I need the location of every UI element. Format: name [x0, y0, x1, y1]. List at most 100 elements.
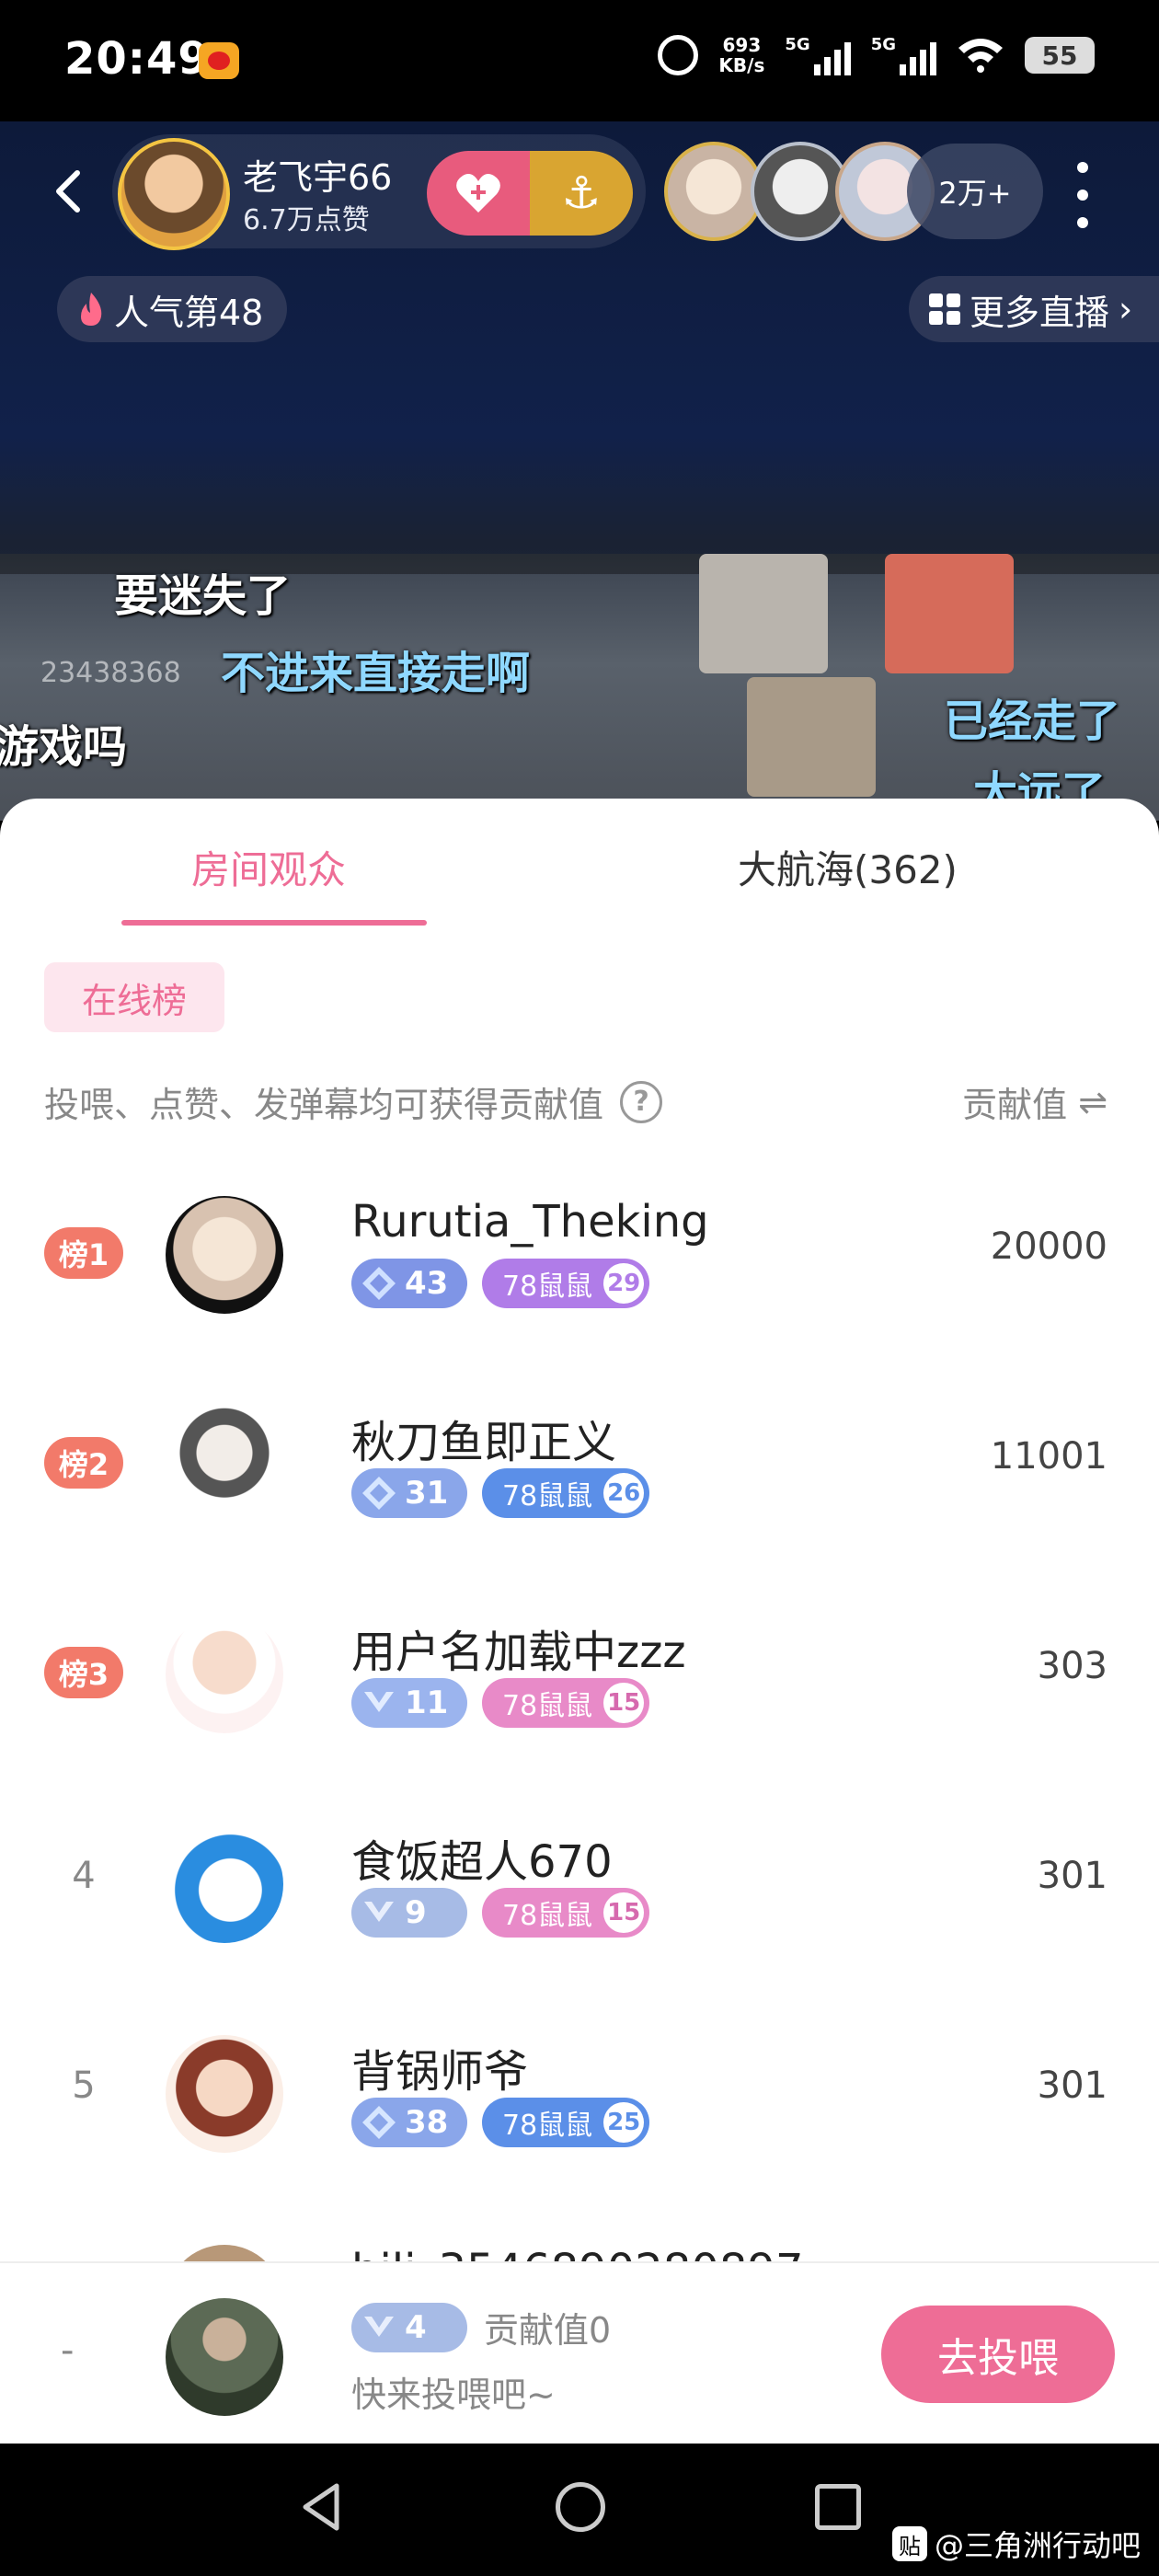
- contribution-score: 11001: [990, 1435, 1107, 1478]
- fan-medal-level: 15: [603, 1683, 645, 1723]
- popularity-rank[interactable]: 人气第48: [57, 276, 288, 342]
- rank-number: 5: [72, 2064, 96, 2107]
- tab-room-audience[interactable]: 房间观众: [191, 839, 346, 895]
- viewer-count[interactable]: 2万+: [907, 144, 1043, 239]
- host-avatar[interactable]: [118, 138, 230, 250]
- user-level-badge: 38: [351, 2098, 467, 2147]
- user-name: 食饭超人670: [351, 1836, 613, 1888]
- feed-hint: 快来投喂吧~: [351, 2375, 556, 2415]
- room-id: 23438368: [40, 657, 181, 689]
- danmaku-1: 要迷失了: [114, 570, 292, 622]
- more-options-icon[interactable]: [1069, 162, 1096, 228]
- host-name: 老飞宇66: [243, 157, 393, 198]
- facecam-2: [885, 554, 1014, 673]
- level-diamond-icon: [364, 1692, 394, 1712]
- facecam-1: [699, 554, 828, 673]
- swap-sort-icon: ⇌: [1078, 1081, 1107, 1122]
- tieba-logo: 贴: [891, 2526, 927, 2561]
- fan-medal-level: 25: [603, 2102, 645, 2143]
- top-viewer-1-avatar[interactable]: [664, 142, 763, 241]
- user-level-badge: 31: [351, 1468, 467, 1518]
- avatar[interactable]: [166, 1616, 283, 1733]
- wifi-icon: [958, 39, 1003, 73]
- user-name: 秋刀鱼即正义: [351, 1417, 617, 1468]
- flame-icon: [81, 293, 102, 326]
- sort-by-contribution[interactable]: 贡献值 ⇌: [962, 1076, 1107, 1127]
- nav-back-icon[interactable]: [296, 2480, 350, 2534]
- grid-icon: [929, 293, 960, 325]
- my-rank-bar: - 4 贡献值0 快来投喂吧~ 去投喂: [0, 2261, 1159, 2444]
- my-contribution: 贡献值0: [484, 2310, 612, 2351]
- user-level-badge: 9: [351, 1888, 467, 1938]
- network-speed: 693 KB/s: [718, 34, 765, 76]
- tab-fleet[interactable]: 大航海(362): [738, 839, 958, 895]
- contribution-score: 301: [1037, 2064, 1107, 2107]
- audience-panel: 房间观众 大航海(362) 在线榜 投喂、点赞、发弹幕均可获得贡献值 ? 贡献值…: [0, 799, 1159, 2444]
- status-bar: 20:49 693 KB/s 5G 5G 55: [0, 0, 1159, 121]
- clock: 20:49: [64, 33, 210, 85]
- avatar[interactable]: [166, 2035, 283, 2153]
- facecam-3: [747, 677, 876, 797]
- nav-recents-icon[interactable]: [815, 2484, 861, 2530]
- fleet-anchor-icon: ⚓: [530, 151, 633, 236]
- user-level-badge: 43: [351, 1259, 467, 1308]
- level-diamond-icon: [362, 1267, 396, 1300]
- live-video[interactable]: 老飞宇66 6.7万点赞 ⚓ 2万+ 人气第48 更多直播 › 23438368…: [0, 121, 1159, 821]
- weibo-notification-icon: [199, 42, 239, 79]
- fan-medal[interactable]: 78鼠鼠 26: [482, 1468, 650, 1518]
- level-chevron-icon: [364, 1902, 394, 1922]
- avatar[interactable]: [166, 1825, 283, 1943]
- rank-badge: 榜2: [44, 1437, 123, 1489]
- rank-number: 4: [72, 1855, 96, 1897]
- my-level-badge: 4: [351, 2302, 467, 2352]
- avatar[interactable]: [166, 1196, 283, 1314]
- back-arrow-icon[interactable]: [46, 167, 94, 215]
- user-name: Rurutia_Theking: [351, 1196, 709, 1248]
- fan-medal[interactable]: 78鼠鼠 15: [482, 1678, 650, 1728]
- avatar[interactable]: [166, 1406, 283, 1524]
- battery-icon: 55: [1025, 37, 1095, 74]
- system-nav-bar: 贴 @三角洲行动吧: [0, 2444, 1159, 2576]
- level-diamond-icon: [362, 2106, 396, 2139]
- user-level-badge: 11: [351, 1678, 467, 1728]
- level-diamond-icon: [362, 1477, 396, 1510]
- contribution-score: 303: [1037, 1645, 1107, 1687]
- list-item[interactable]: 榜2 秋刀鱼即正义 31 78鼠鼠 26 11001: [0, 1387, 1159, 1597]
- fan-medal[interactable]: 78鼠鼠 15: [482, 1888, 650, 1938]
- online-rank-chip[interactable]: 在线榜: [44, 962, 224, 1032]
- my-rank: -: [61, 2329, 75, 2372]
- alarm-icon: [658, 35, 699, 75]
- help-icon[interactable]: ?: [620, 1080, 663, 1123]
- follow-button[interactable]: ⚓: [427, 151, 633, 236]
- rank-badge: 榜3: [44, 1647, 123, 1698]
- list-item[interactable]: 榜1 Rurutia_Theking 43 78鼠鼠 29 20000: [0, 1178, 1159, 1387]
- contribution-score: 301: [1037, 1855, 1107, 1897]
- list-item[interactable]: 4 食饭超人670 9 78鼠鼠 15 301: [0, 1807, 1159, 2017]
- fan-medal[interactable]: 78鼠鼠 29: [482, 1259, 650, 1308]
- fan-medal[interactable]: 78鼠鼠 25: [482, 2098, 650, 2147]
- danmaku-2: 不进来直接走啊: [221, 648, 531, 699]
- user-name: 背锅师爷: [351, 2046, 529, 2098]
- nav-home-icon[interactable]: [556, 2482, 605, 2532]
- list-item[interactable]: 5 背锅师爷 38 78鼠鼠 25 301: [0, 2017, 1159, 2226]
- danmaku-4: 已经走了: [944, 696, 1121, 747]
- signal-sim1-icon: 5G: [785, 35, 851, 75]
- feed-button[interactable]: 去投喂: [881, 2306, 1115, 2403]
- user-name: 用户名加载中zzz: [351, 1627, 686, 1678]
- rank-badge: 榜1: [44, 1227, 123, 1279]
- contribution-score: 20000: [990, 1225, 1107, 1268]
- signal-sim2-icon: 5G: [871, 35, 936, 75]
- list-item[interactable]: 榜3 用户名加载中zzz 11 78鼠鼠 15 303: [0, 1597, 1159, 1807]
- my-avatar[interactable]: [166, 2298, 283, 2416]
- chevron-right-icon: ›: [1119, 289, 1133, 329]
- danmaku-3: 游戏吗: [0, 721, 128, 773]
- follow-heart-icon: [427, 151, 530, 236]
- active-tab-indicator: [121, 920, 427, 926]
- watermark: 贴 @三角洲行动吧: [891, 2523, 1141, 2565]
- level-chevron-icon: [364, 2316, 394, 2337]
- host-likes: 6.7万点赞: [243, 204, 370, 236]
- more-live-button[interactable]: 更多直播 ›: [909, 276, 1159, 342]
- contribution-hint: 投喂、点赞、发弹幕均可获得贡献值 ?: [44, 1076, 663, 1127]
- fan-medal-level: 26: [603, 1473, 645, 1513]
- fan-medal-level: 29: [603, 1263, 645, 1304]
